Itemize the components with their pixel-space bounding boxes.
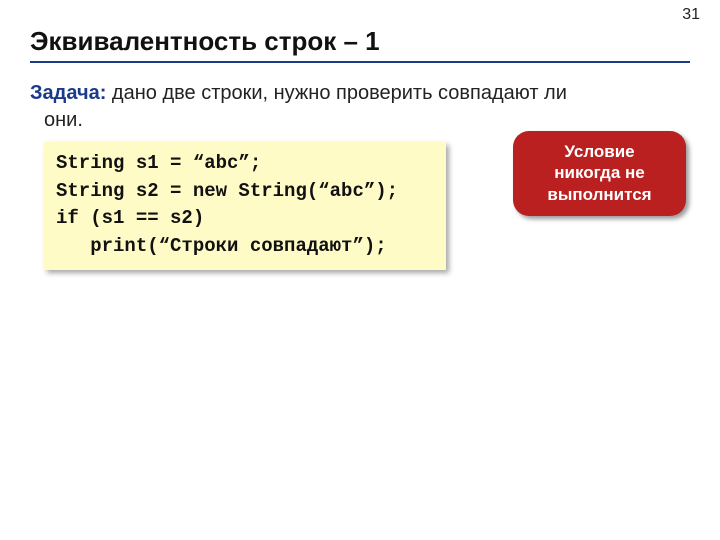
code-line-2: String s2 = new String(“abc”); xyxy=(56,178,434,206)
callout-line-1: Условие xyxy=(521,141,678,162)
task-text: Задача: дано две строки, нужно проверить… xyxy=(30,80,690,134)
code-line-4: print(“Строки совпадают”); xyxy=(56,233,434,261)
code-line-1: String s1 = “abc”; xyxy=(56,150,434,178)
page-number: 31 xyxy=(682,6,700,24)
slide-title: Эквивалентность строк – 1 xyxy=(30,26,690,63)
callout-line-3: выполнится xyxy=(521,184,678,205)
code-block: String s1 = “abc”; String s2 = new Strin… xyxy=(44,142,446,270)
warning-callout: Условие никогда не выполнится xyxy=(513,131,686,216)
task-line1: дано две строки, нужно проверить совпада… xyxy=(106,82,567,104)
code-line-3: if (s1 == s2) xyxy=(56,205,434,233)
task-line2: они. xyxy=(30,107,690,134)
callout-line-2: никогда не xyxy=(521,162,678,183)
task-label: Задача: xyxy=(30,82,106,104)
